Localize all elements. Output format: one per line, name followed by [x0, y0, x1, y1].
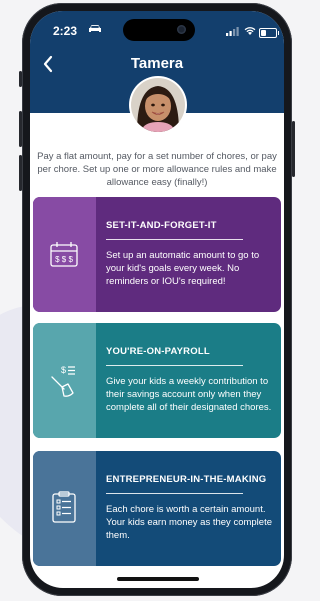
phone-power-button: [292, 121, 295, 177]
card-text-panel: YOU'RE-ON-PAYROLL Give your kids a weekl…: [96, 323, 281, 438]
status-time: 2:23: [53, 24, 78, 38]
battery-icon: [259, 28, 279, 38]
phone-volume-down: [19, 155, 22, 191]
dynamic-island: [123, 19, 195, 41]
app-screen: 2:23 Tamera Pay a flat amount, pay for a…: [30, 11, 284, 588]
car-icon: [88, 24, 102, 36]
allowance-card-set-it-and-forget-it[interactable]: $ $ $ SET-IT-AND-FORGET-IT Set up an aut…: [33, 197, 281, 312]
phone-frame: 2:23 Tamera Pay a flat amount, pay for a…: [19, 3, 295, 596]
svg-text:$: $: [61, 365, 66, 375]
camera-icon: [177, 25, 186, 34]
card-description: Give your kids a weekly contribution to …: [106, 376, 272, 413]
wifi-icon: [244, 27, 256, 35]
card-icon-panel: [33, 451, 96, 566]
card-description: Each chore is worth a certain amount. Yo…: [106, 504, 272, 541]
cleaning-broom-icon: $: [51, 365, 75, 397]
card-divider: [106, 365, 243, 366]
allowance-card-youre-on-payroll[interactable]: $ YOU'RE-ON-PAYROLL Give your kids a wee…: [33, 323, 281, 438]
card-icon-panel: $: [33, 323, 96, 438]
phone-volume-up: [19, 111, 22, 147]
card-text-panel: SET-IT-AND-FORGET-IT Set up an automatic…: [96, 197, 281, 312]
card-divider: [106, 239, 243, 240]
card-divider: [106, 493, 243, 494]
card-icon-panel: $ $ $: [33, 197, 96, 312]
card-title: ENTREPRENEUR-IN-THE-MAKING: [106, 474, 267, 485]
phone-side-button: [19, 71, 22, 87]
status-bar: 2:23: [30, 11, 284, 49]
card-text-panel: ENTREPRENEUR-IN-THE-MAKING Each chore is…: [96, 451, 281, 566]
home-indicator[interactable]: [117, 577, 199, 581]
card-description: Set up an automatic amount to go to your…: [106, 250, 260, 287]
card-title: YOU'RE-ON-PAYROLL: [106, 346, 210, 357]
signal-icon: [226, 27, 239, 36]
checklist-icon: [52, 491, 76, 523]
allowance-card-entrepreneur-in-the-making[interactable]: ENTREPRENEUR-IN-THE-MAKING Each chore is…: [33, 451, 281, 566]
intro-text: Pay a flat amount, pay for a set number …: [37, 151, 277, 188]
page-title: Tamera: [130, 55, 184, 72]
avatar[interactable]: [131, 78, 185, 132]
calendar-dollar-icon: $ $ $: [50, 242, 78, 267]
card-title: SET-IT-AND-FORGET-IT: [106, 220, 217, 231]
svg-text:$ $ $: $ $ $: [55, 255, 73, 264]
